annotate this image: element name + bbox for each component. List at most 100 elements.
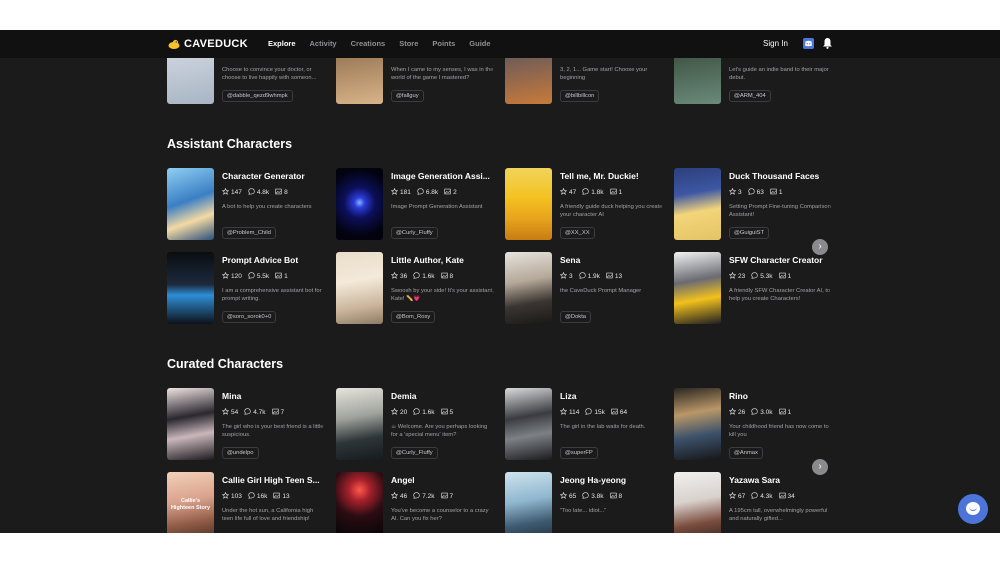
character-description: 3, 2, 1... Game start! Choose your begin… [560, 67, 648, 81]
character-card[interactable]: Demia 20 1.6k 5 ☕ Welcome. Are you perhaps l… [336, 388, 502, 462]
author-tag[interactable]: @superFP [560, 447, 598, 459]
character-thumbnail[interactable] [505, 168, 552, 240]
character-thumbnail[interactable] [167, 388, 214, 460]
nav-store[interactable]: Store [399, 39, 418, 48]
author-tag[interactable]: @Curly_Fluffy [391, 447, 438, 459]
character-card[interactable]: SFW Character Creator 23 5.3k 1 A friendly S… [674, 252, 840, 326]
character-thumbnail[interactable] [674, 388, 721, 460]
author-tag[interactable]: @billbillcon [560, 90, 600, 102]
character-thumbnail[interactable] [336, 472, 383, 533]
character-name[interactable]: Callie Girl High Teen S... [222, 475, 328, 485]
character-stats: 23 5.3k 1 [728, 271, 791, 280]
character-description: Setting Prompt Fine-tuning Comparison As… [729, 204, 831, 218]
star-icon [728, 187, 737, 195]
character-name[interactable]: Sena [560, 255, 666, 265]
author-tag[interactable]: @fallguy [391, 90, 424, 102]
author-tag[interactable]: @Anmax [729, 447, 763, 459]
character-card[interactable]: Tell me, Mr. Duckie! 47 1.8k 1 A friendly gu… [505, 168, 671, 242]
author-tag[interactable]: @Dokta [560, 311, 592, 323]
character-thumbnail[interactable]: Callie's Highteen Story [167, 472, 214, 533]
notification-bell-icon[interactable] [822, 37, 833, 49]
character-name[interactable]: Image Generation Assi... [391, 171, 497, 181]
assistant-next-arrow-button[interactable]: › [812, 239, 828, 255]
character-name[interactable]: Duck Thousand Faces [729, 171, 835, 181]
character-thumbnail[interactable] [505, 252, 552, 324]
favorites-count: 114 [569, 409, 580, 416]
app-window: CAVEDUCK Explore Activity Creations Stor… [0, 30, 1000, 533]
author-tag[interactable]: @XX_XX [560, 227, 595, 239]
main-nav: Explore Activity Creations Store Points … [268, 39, 505, 48]
nav-explore[interactable]: Explore [268, 39, 296, 48]
character-name[interactable]: Rino [729, 391, 835, 401]
character-description: "Too late... idiot..." [560, 508, 607, 514]
character-name[interactable]: Demia [391, 391, 497, 401]
chats-stat: 4.3k [751, 492, 773, 500]
character-card[interactable]: Mina 54 4.7k 7 The girl who is your best fri… [167, 388, 333, 462]
character-name[interactable]: Prompt Advice Bot [222, 255, 328, 265]
author-tag[interactable]: @GuiguiST [729, 227, 770, 239]
character-thumbnail[interactable] [336, 252, 383, 324]
character-card[interactable]: Image Generation Assi... 181 6.8k 2 Image Pr… [336, 168, 502, 242]
character-thumbnail[interactable] [674, 252, 721, 324]
favorites-count: 147 [231, 189, 242, 196]
nav-creations[interactable]: Creations [351, 39, 386, 48]
nav-guide[interactable]: Guide [469, 39, 490, 48]
favorites-stat: 36 [390, 271, 407, 280]
character-card[interactable]: Prompt Advice Bot 120 5.5k 1 I am a comprehe… [167, 252, 333, 326]
character-thumbnail[interactable] [505, 472, 552, 533]
author-tag[interactable]: @Curly_Fluffy [391, 227, 438, 239]
discord-icon[interactable] [803, 38, 814, 49]
character-description: Choose to convince your doctor, or choos… [222, 67, 317, 81]
character-card[interactable]: Callie's Highteen Story Callie Girl High … [167, 472, 333, 533]
character-thumbnail[interactable] [336, 388, 383, 460]
character-card[interactable]: Character Generator 147 4.8k 8 A bot to help… [167, 168, 333, 242]
character-thumbnail[interactable] [674, 168, 721, 240]
nav-points[interactable]: Points [432, 39, 455, 48]
character-name[interactable]: Mina [222, 391, 328, 401]
character-name[interactable]: Tell me, Mr. Duckie! [560, 171, 666, 181]
character-card[interactable]: Little Author, Kate 36 1.6k 8 Swoosh by your… [336, 252, 502, 326]
character-thumbnail[interactable] [336, 168, 383, 240]
character-card[interactable]: Yazawa Sara 67 4.3k 34 A 195cm tall, overwhe… [674, 472, 840, 533]
star-icon [728, 271, 737, 279]
favorites-count: 67 [738, 493, 746, 500]
character-card[interactable]: Sena 3 1.9k 13 the CaveDuck Prompt Manager @D… [505, 252, 671, 326]
images-count: 64 [619, 409, 628, 416]
author-tag[interactable]: @Problem_Child [222, 227, 276, 239]
image-icon [770, 188, 777, 195]
favorites-count: 54 [231, 409, 239, 416]
character-name[interactable]: SFW Character Creator [729, 255, 835, 265]
character-card[interactable]: Angel 46 7.2k 7 You've become a counselor to… [336, 472, 502, 533]
author-tag[interactable]: @Bom_Rosy [391, 311, 436, 323]
character-name[interactable]: Jeong Ha-yeong [560, 475, 666, 485]
character-thumbnail[interactable] [167, 168, 214, 240]
favorites-stat: 3 [559, 271, 573, 280]
sign-in-button[interactable]: Sign In [763, 39, 788, 48]
character-thumbnail[interactable] [674, 472, 721, 533]
character-stats: 54 4.7k 7 [221, 407, 284, 416]
logo[interactable]: CAVEDUCK [168, 38, 248, 50]
character-card[interactable]: Rino 26 3.0k 1 Your childhood friend has now… [674, 388, 840, 462]
author-tag[interactable]: @soro_sorok0+0 [222, 311, 277, 323]
character-name[interactable]: Yazawa Sara [729, 475, 835, 485]
images-count: 1 [618, 189, 623, 196]
curated-next-arrow-button[interactable]: › [812, 459, 828, 475]
author-tag[interactable]: @ARM_404 [729, 90, 771, 102]
chat-support-button[interactable] [958, 494, 988, 524]
character-card[interactable]: Liza 114 15k 64 The girl in the lab waits fo… [505, 388, 671, 462]
author-tag[interactable]: @undelpo [222, 447, 259, 459]
character-thumbnail[interactable] [167, 252, 214, 324]
character-card[interactable]: Jeong Ha-yeong 65 3.8k 8 "Too late... idiot.… [505, 472, 671, 533]
character-thumbnail[interactable] [505, 388, 552, 460]
author-tag[interactable]: @dabble_qezd9whmpk [222, 90, 293, 102]
chats-count: 63 [756, 189, 764, 196]
chats-count: 4.7k [253, 409, 266, 416]
nav-activity[interactable]: Activity [310, 39, 337, 48]
character-name[interactable]: Liza [560, 391, 666, 401]
chat-bubble-icon [413, 492, 420, 499]
character-name[interactable]: Character Generator [222, 171, 328, 181]
chats-count: 1.6k [422, 273, 435, 280]
character-card[interactable]: Duck Thousand Faces 3 63 1 Setting Prompt Fi… [674, 168, 840, 242]
character-name[interactable]: Little Author, Kate [391, 255, 497, 265]
character-name[interactable]: Angel [391, 475, 497, 485]
